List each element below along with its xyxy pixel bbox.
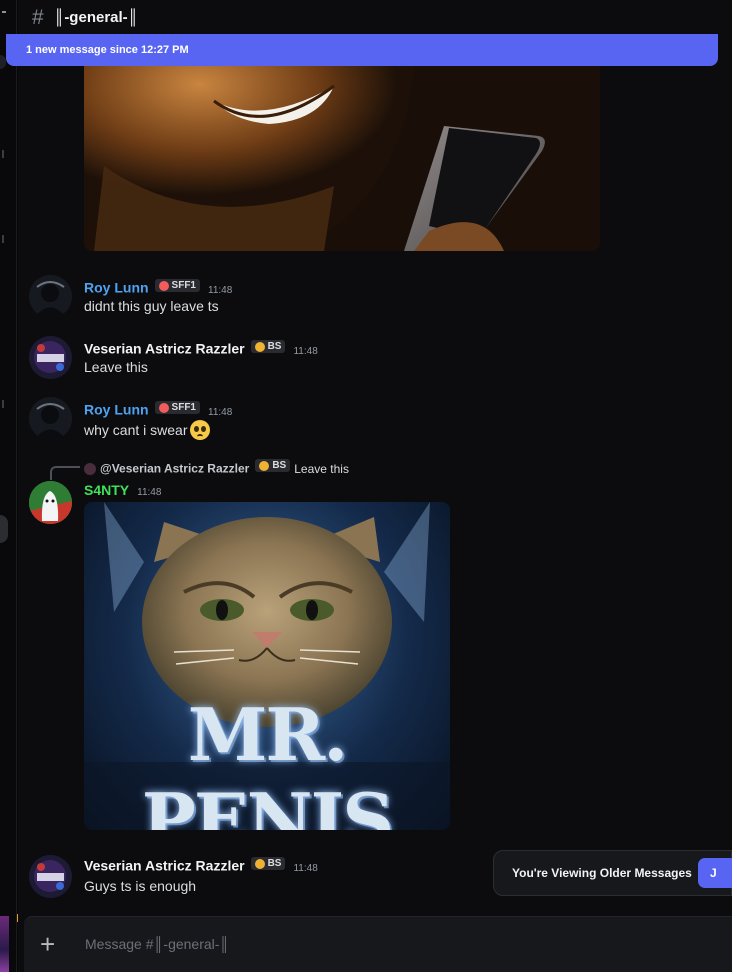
message-body: why cant i swear [84,420,211,440]
older-messages-notice: You're Viewing Older Messages [493,850,732,896]
attached-image[interactable] [84,66,600,251]
skull-icon [254,858,265,869]
avatar[interactable] [29,275,72,318]
message-text: why cant i swear [84,422,188,438]
timestamp: 11:48 [293,345,318,357]
username[interactable]: Roy Lunn [84,402,149,418]
message-text: Guys ts is enough [84,878,197,894]
new-messages-bar[interactable]: 1 new message since 12:27 PM [6,34,718,66]
avatar[interactable] [29,397,72,440]
rail-tick [2,150,4,158]
username[interactable]: S4NTY [84,482,129,498]
message-header: S4NTY 11:48 [84,482,161,498]
reply-avatar [84,462,96,475]
message-header: Veserian Astricz Razzler BS 11:48 [84,857,318,874]
badge-label: SFF1 [171,280,196,291]
attached-image[interactable]: MR. PENIS [84,502,450,830]
message-header: Roy Lunn SFF1 11:48 [84,401,232,418]
avatar[interactable] [29,855,72,898]
image-caption: MR. PENIS [141,692,395,830]
chat-area: # ║-general-║ Roy Lunn SFF1 11:48 didnt … [18,0,732,972]
timestamp: 11:48 [208,284,233,296]
timestamp: 11:48 [208,406,233,418]
server-icon[interactable] [0,916,9,972]
timestamp: 11:48 [137,487,162,498]
reply-preview[interactable]: @Veserian Astricz Razzler BS Leave this [84,459,349,476]
message-header: Roy Lunn SFF1 11:48 [84,279,232,296]
reply-connector [50,466,80,480]
message-header: Veserian Astricz Razzler BS 11:48 [84,340,318,357]
guild-tag-badge[interactable]: SFF1 [154,401,200,414]
pleading-face-emoji-icon[interactable] [190,420,211,440]
message-text: Leave this [84,359,148,375]
flame-icon [158,280,169,291]
collapse-dash [2,11,6,13]
rail-tick [2,400,4,408]
badge-label: BS [272,460,287,471]
channel-header: # ║-general-║ [18,0,732,34]
skull-icon [254,341,265,352]
badge-label: BS [267,858,282,869]
guild-tag-badge: BS [255,459,291,472]
flame-icon [158,402,169,413]
hash-icon: # [32,5,44,29]
avatar[interactable] [29,336,72,379]
guild-tag-badge[interactable]: SFF1 [154,279,200,292]
badge-label: SFF1 [171,402,196,413]
badge-label: BS [267,341,282,352]
username[interactable]: Roy Lunn [84,280,149,296]
timestamp: 11:48 [293,862,318,874]
username[interactable]: Veserian Astricz Razzler [84,858,245,874]
channel-name: ║-general-║ [53,8,139,26]
server-sidebar [0,0,17,972]
message-text: didnt this guy leave ts [84,298,219,314]
reply-username: @Veserian Astricz Razzler [100,461,250,476]
reply-text: Leave this [294,461,349,476]
skull-icon [259,460,270,471]
rail-tick [2,235,4,243]
guild-tag-badge[interactable]: BS [250,857,286,870]
message-input[interactable]: Message #║-general-║ [85,936,229,952]
username[interactable]: Veserian Astricz Razzler [84,341,245,357]
jump-to-present-button[interactable]: J [698,858,732,888]
avatar[interactable] [29,481,72,524]
selected-server-indicator [0,515,8,543]
plus-icon[interactable]: + [40,931,55,957]
guild-tag-badge[interactable]: BS [250,340,286,353]
message-composer: + Message #║-general-║ [24,916,732,972]
